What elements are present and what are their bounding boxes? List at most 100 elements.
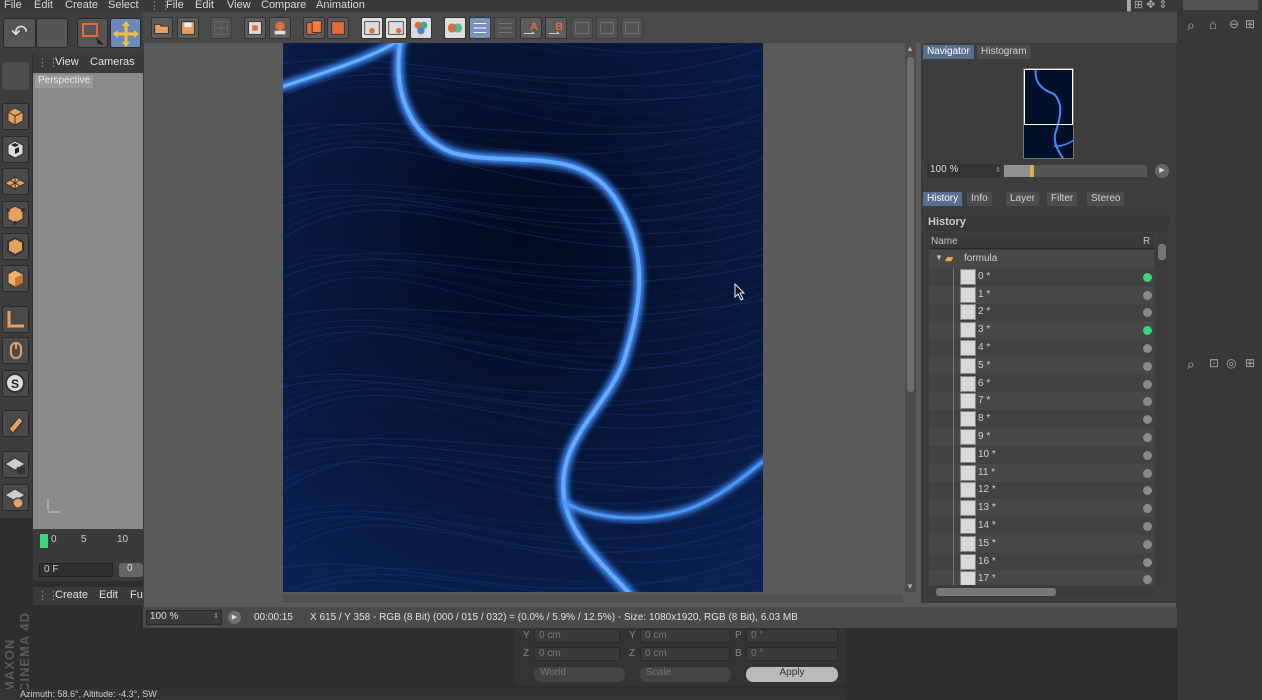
split-icon[interactable] <box>494 17 516 39</box>
render-settings-icon[interactable] <box>327 17 349 39</box>
coord-field[interactable]: 0 cm <box>640 629 730 643</box>
render-status-dot[interactable] <box>1143 433 1152 442</box>
axis-mode-icon[interactable] <box>2 306 29 333</box>
menu-create[interactable]: Create <box>65 0 98 11</box>
scrollbar-thumb[interactable] <box>907 57 914 392</box>
tab-stereo[interactable]: Stereo <box>1087 192 1125 206</box>
navigator-zoom-slider[interactable] <box>1004 165 1147 177</box>
history-item[interactable]: 9 * <box>929 428 1154 446</box>
history-item[interactable]: 2 * <box>929 303 1154 322</box>
texture-mode-icon[interactable] <box>2 136 29 163</box>
history-item[interactable]: 7 * <box>929 392 1154 411</box>
compare-ab-icon[interactable] <box>444 17 466 39</box>
viewer-horizontal-scrollbar[interactable] <box>283 595 903 603</box>
fullscreen-icon[interactable] <box>596 17 618 39</box>
search-icon[interactable]: ⌕ <box>1187 356 1195 373</box>
stepper-icon[interactable]: ⇕ <box>213 612 219 620</box>
render-status-dot[interactable] <box>1143 290 1152 300</box>
swap-ab-icon[interactable] <box>469 17 491 39</box>
menu-select[interactable]: Select <box>108 0 139 11</box>
render-status-dot[interactable] <box>1143 308 1152 318</box>
play-icon[interactable]: ▶ <box>228 611 241 624</box>
history-item[interactable]: 16 * <box>929 552 1154 571</box>
edges-mode-icon[interactable] <box>2 233 29 260</box>
om-menu-create[interactable]: Create <box>55 589 88 601</box>
snap-icon[interactable]: S <box>2 370 29 397</box>
menu-file[interactable]: File <box>4 0 22 11</box>
coord-field[interactable]: 0 cm <box>534 647 620 661</box>
viewer-menu-file[interactable]: File <box>166 0 184 11</box>
om-menu-functions[interactable]: Fu <box>130 589 143 601</box>
zoom-play-icon[interactable]: ▶ <box>1155 164 1169 178</box>
move-tool-icon[interactable] <box>110 18 141 48</box>
expand-icon[interactable]: ⊞ <box>1245 356 1255 370</box>
rendered-image[interactable] <box>283 43 763 592</box>
history-item[interactable]: 5 * <box>929 356 1154 375</box>
lock-icon[interactable]: ⊡ <box>1209 356 1219 370</box>
layout-dropdown[interactable] <box>1183 0 1258 10</box>
history-item[interactable]: 15 * <box>929 534 1154 553</box>
history-item[interactable]: 13 * <box>929 499 1154 518</box>
render-status-dot[interactable] <box>1143 504 1152 514</box>
history-item[interactable]: 4 * <box>929 339 1154 357</box>
ab-compare-icon[interactable] <box>385 17 407 39</box>
render-status-dot[interactable] <box>1143 344 1152 353</box>
home-icon[interactable]: ⌂ <box>1209 17 1217 32</box>
redo-button[interactable] <box>36 18 68 48</box>
history-item[interactable]: 11 * <box>929 463 1154 482</box>
menu-edit[interactable]: Edit <box>34 0 53 11</box>
render-status-dot[interactable] <box>1143 539 1152 549</box>
frame-field-right[interactable]: 0 <box>119 563 143 577</box>
render-status-dot[interactable] <box>1143 326 1152 336</box>
render-status-dot[interactable] <box>1143 575 1152 585</box>
coord-field[interactable]: 0 cm <box>534 629 620 643</box>
minimize-icon[interactable]: ⊖ <box>1229 17 1239 31</box>
render-queue-icon[interactable] <box>303 17 325 39</box>
tab-histogram[interactable]: Histogram <box>977 45 1031 59</box>
tab-filter[interactable]: Filter <box>1047 192 1078 206</box>
viewport-menu-cameras[interactable]: Cameras <box>90 56 135 68</box>
slider-knob[interactable] <box>1029 165 1034 177</box>
history-item[interactable]: 8 * <box>929 410 1154 429</box>
navigator-view-rect[interactable] <box>1024 69 1073 125</box>
history-item[interactable]: 17 * <box>929 570 1154 585</box>
filter-icon[interactable] <box>621 17 643 39</box>
scene-icon[interactable] <box>2 62 29 90</box>
tweak-mode-icon[interactable] <box>2 337 29 364</box>
single-view-icon[interactable] <box>361 17 383 39</box>
render-status-dot[interactable] <box>1143 468 1152 478</box>
stereo-view-icon[interactable] <box>410 17 432 39</box>
render-status-dot[interactable] <box>1143 415 1152 425</box>
model-mode-icon[interactable] <box>2 103 29 130</box>
render-status-dot[interactable] <box>1143 361 1152 371</box>
coord-field[interactable]: 0 ° <box>746 629 838 643</box>
coord-field[interactable]: 0 cm <box>640 647 730 661</box>
stepper-icon[interactable]: ⇕ <box>995 166 1001 174</box>
current-frame-field[interactable]: 0 F <box>39 563 113 577</box>
viewport-menu-view[interactable]: View <box>55 56 79 68</box>
scroll-up-icon[interactable]: ▲ <box>906 44 914 53</box>
target-icon[interactable]: ◎ <box>1226 356 1236 370</box>
expand-triangle-icon[interactable]: ▼ <box>935 253 943 262</box>
render-status-dot[interactable] <box>1143 522 1152 531</box>
workplane-render-icon[interactable] <box>2 484 29 511</box>
history-vertical-scrollbar[interactable] <box>1157 234 1167 584</box>
playhead[interactable] <box>40 534 48 548</box>
scroll-down-icon[interactable]: ▼ <box>906 582 914 591</box>
scrollbar-thumb[interactable] <box>936 588 1056 596</box>
world-dropdown[interactable]: World <box>534 667 625 682</box>
viewer-menu-animation[interactable]: Animation <box>316 0 365 11</box>
render-status-dot[interactable] <box>1143 450 1152 460</box>
fit-icon[interactable] <box>571 17 593 39</box>
navigator-zoom-field[interactable]: 100 % <box>927 164 1001 178</box>
3d-viewport[interactable] <box>33 73 143 529</box>
viewer-menu-compare[interactable]: Compare <box>261 0 306 11</box>
history-item[interactable]: 10 * <box>929 445 1154 464</box>
history-item[interactable]: 0 * <box>929 267 1154 286</box>
apply-button[interactable]: Apply <box>746 667 838 682</box>
navigator-thumbnail[interactable] <box>1023 68 1074 159</box>
render-status-dot[interactable] <box>1143 557 1152 567</box>
render-status-dot[interactable] <box>1143 397 1152 407</box>
zoom-field[interactable]: 100 % <box>146 610 222 625</box>
render-status-dot[interactable] <box>1143 379 1152 389</box>
